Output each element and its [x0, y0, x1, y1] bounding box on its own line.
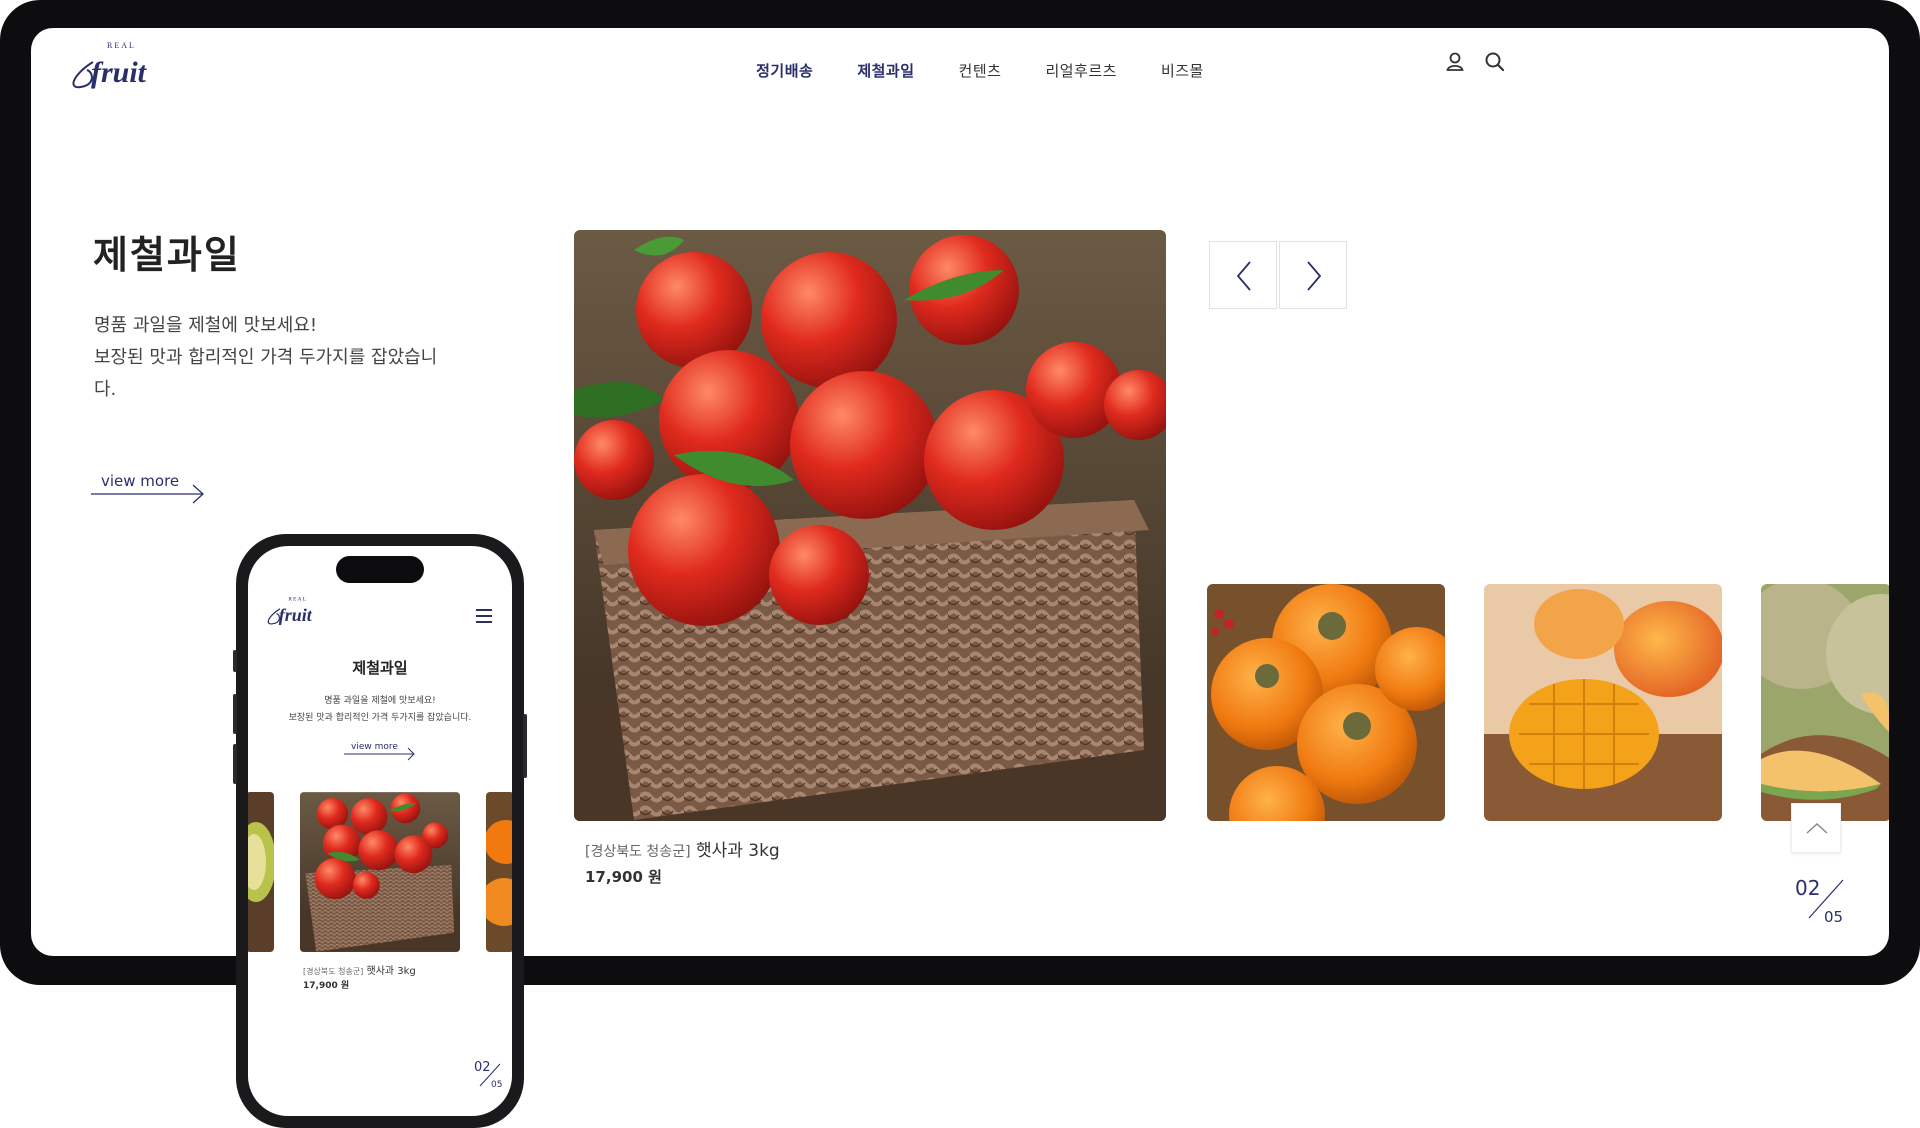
- mobile-description: 명품 과일을 제철에 맛보세요! 보장된 맛과 합리적인 가격 두가지를 잡았습…: [248, 693, 512, 727]
- mobile-pager-total: 05: [491, 1080, 503, 1090]
- persimmon-thumbnail[interactable]: [1207, 584, 1445, 821]
- mobile-desc-line: 명품 과일을 제철에 맛보세요!: [324, 696, 436, 706]
- svg-text:fruit: fruit: [279, 605, 313, 625]
- apple-basket-image: [300, 792, 460, 952]
- view-more-label: view more: [101, 472, 180, 490]
- chevron-right-icon: [1307, 261, 1322, 291]
- product-caption[interactable]: [경상북도 청송군] 햇사과 3kg: [585, 836, 780, 861]
- page-title: 제철과일: [93, 233, 241, 277]
- mobile-product-price: 17,900 원: [303, 981, 350, 991]
- next-slide-button[interactable]: [1279, 241, 1347, 309]
- mobile-product-region: [경상북도 청송군]: [303, 967, 364, 976]
- user-icon[interactable]: [1441, 48, 1469, 76]
- svg-text:REAL: REAL: [288, 596, 307, 602]
- product-name: 햇사과 3kg: [695, 841, 780, 861]
- pager-current: 02: [1795, 876, 1821, 900]
- persimmon-image: [486, 792, 512, 952]
- phone-side-button: [523, 714, 527, 778]
- chevron-up-icon: [1806, 823, 1828, 834]
- phone-side-button: [233, 744, 237, 784]
- search-icon[interactable]: [1481, 48, 1509, 76]
- persimmon-image: [1207, 584, 1445, 821]
- hero-desc-line: 명품 과일을 제철에 맛보세요!: [94, 315, 318, 336]
- nav-item-subscription[interactable]: 정기배송: [734, 48, 835, 93]
- mobile-brand-logo[interactable]: REAL fruit: [262, 592, 328, 634]
- mobile-next-slide[interactable]: [486, 792, 512, 952]
- mango-image: [1484, 584, 1722, 821]
- product-price: 17,900 원: [585, 868, 662, 886]
- pager-total: 05: [1824, 908, 1844, 926]
- melon-thumbnail[interactable]: [1761, 584, 1889, 821]
- product-region: [경상북도 청송군]: [585, 844, 691, 860]
- mobile-view-more-label: view more: [351, 742, 398, 752]
- hero-desc-line: 보장된 맛과 합리적인 가격 두가지를 잡았습니: [94, 347, 438, 368]
- logo-mark: REAL fruit: [267, 596, 313, 625]
- mobile-page-title: 제철과일: [352, 659, 408, 677]
- phone-side-button: [233, 650, 237, 672]
- nav-item-realfruits[interactable]: 리얼후르츠: [1023, 48, 1139, 93]
- mobile-product-name: 햇사과 3kg: [366, 966, 416, 977]
- mobile-desc-line: 보장된 맛과 합리적인 가격 두가지를 잡았습니다.: [288, 713, 472, 723]
- mobile-pager-current: 02: [474, 1060, 491, 1075]
- apple-basket-image: [574, 230, 1166, 821]
- mobile-product-caption[interactable]: [경상북도 청송군] 햇사과 3kg: [303, 962, 416, 977]
- mango-thumbnail[interactable]: [1484, 584, 1722, 821]
- nav-item-seasonal-fruit[interactable]: 제철과일: [835, 48, 936, 93]
- mobile-featured-image[interactable]: [300, 792, 460, 952]
- hero-description: 명품 과일을 제철에 맛보세요! 보장된 맛과 합리적인 가격 두가지를 잡았습…: [94, 310, 494, 406]
- nav-item-contents[interactable]: 컨텐츠: [937, 48, 1024, 93]
- phone-side-button: [233, 694, 237, 734]
- dynamic-island: [336, 556, 424, 583]
- hamburger-icon[interactable]: [475, 608, 493, 624]
- hero-desc-line: 다.: [94, 379, 117, 400]
- featured-product-image[interactable]: [574, 230, 1166, 821]
- chevron-left-icon: [1236, 261, 1251, 291]
- prev-slide-button[interactable]: [1209, 241, 1277, 309]
- nav-item-bizmall[interactable]: 비즈몰: [1139, 48, 1226, 93]
- main-nav: 정기배송 제철과일 컨텐츠 리얼후르츠 비즈몰: [31, 48, 1889, 93]
- melon-image: [1761, 584, 1889, 821]
- mobile-device: REAL fruit 제철과일 명품 과일을 제철에 맛보세요! 보장된 맛과 …: [233, 534, 527, 1128]
- mobile-screen: REAL fruit 제철과일 명품 과일을 제철에 맛보세요! 보장된 맛과 …: [248, 546, 512, 1116]
- view-more-link[interactable]: view more: [91, 470, 211, 504]
- avocado-image: [248, 792, 274, 952]
- mobile-view-more-link[interactable]: view more: [344, 742, 420, 762]
- mobile-prev-slide[interactable]: [248, 792, 274, 952]
- scroll-top-button[interactable]: [1791, 803, 1841, 853]
